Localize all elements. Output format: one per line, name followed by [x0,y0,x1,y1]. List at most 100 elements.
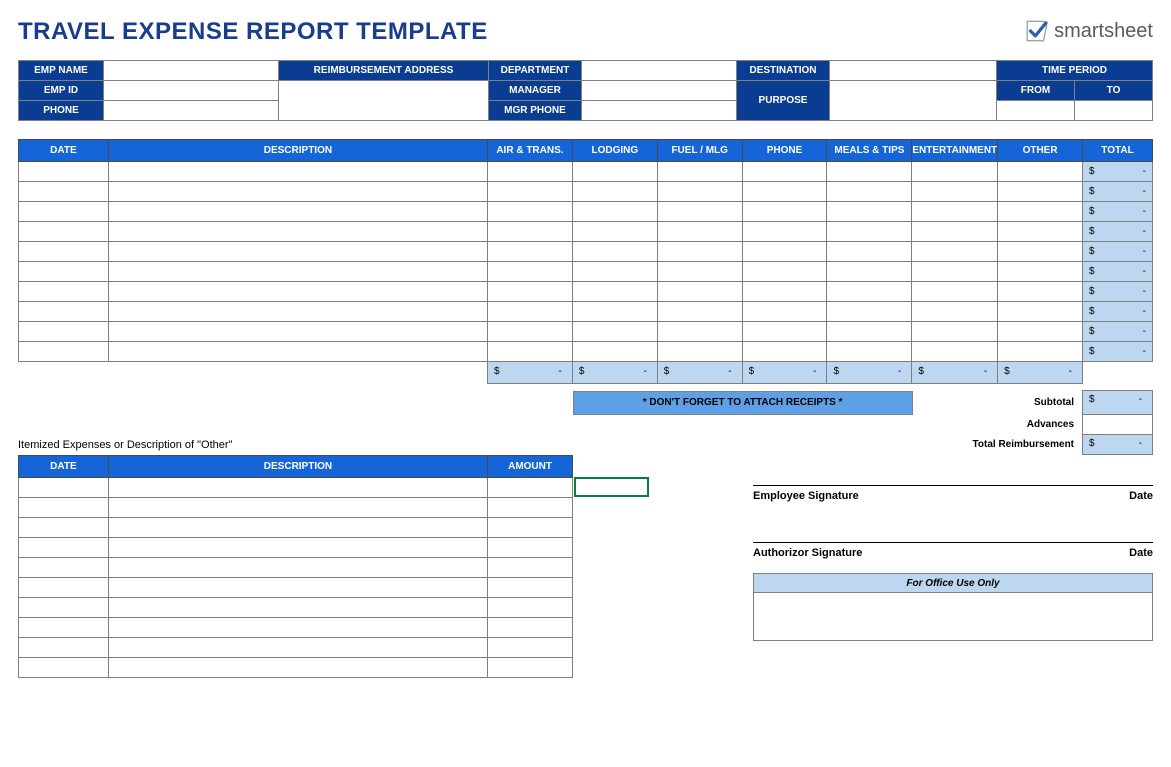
expense-cell[interactable] [657,262,742,282]
expense-cell[interactable] [742,262,827,282]
expense-cell[interactable] [572,282,657,302]
expense-cell[interactable] [108,342,487,362]
expense-cell[interactable] [912,262,998,282]
expense-cell[interactable] [998,162,1083,182]
expense-cell[interactable] [572,202,657,222]
expense-cell[interactable] [108,262,487,282]
expense-cell[interactable] [657,302,742,322]
expense-cell[interactable] [657,162,742,182]
meta-manager-input[interactable] [582,81,737,101]
itemized-cell[interactable] [19,558,109,578]
itemized-cell[interactable] [19,598,109,618]
expense-cell[interactable] [912,242,998,262]
expense-cell[interactable] [108,302,487,322]
itemized-cell[interactable] [488,478,573,498]
expense-cell[interactable] [998,302,1083,322]
expense-cell[interactable] [19,342,109,362]
itemized-cell[interactable] [19,618,109,638]
itemized-cell[interactable] [488,518,573,538]
expense-cell[interactable] [742,342,827,362]
itemized-cell[interactable] [108,618,487,638]
expense-cell[interactable] [998,322,1083,342]
expense-cell[interactable] [108,202,487,222]
itemized-cell[interactable] [488,558,573,578]
expense-cell[interactable] [998,242,1083,262]
expense-cell[interactable] [827,182,912,202]
expense-cell[interactable] [19,202,109,222]
expense-cell[interactable] [108,242,487,262]
itemized-cell[interactable] [19,538,109,558]
expense-cell[interactable] [742,182,827,202]
expense-cell[interactable] [108,282,487,302]
itemized-cell[interactable] [488,658,573,678]
expense-cell[interactable] [827,322,912,342]
expense-cell[interactable] [827,162,912,182]
itemized-cell[interactable] [488,538,573,558]
expense-cell[interactable] [572,242,657,262]
meta-destination-input[interactable] [830,61,997,81]
expense-cell[interactable] [998,342,1083,362]
itemized-cell[interactable] [108,518,487,538]
expense-cell[interactable] [19,302,109,322]
expense-cell[interactable] [19,322,109,342]
expense-cell[interactable] [827,242,912,262]
expense-cell[interactable] [657,242,742,262]
expense-cell[interactable] [19,282,109,302]
expense-cell[interactable] [657,182,742,202]
expense-cell[interactable] [742,302,827,322]
expense-cell[interactable] [108,182,487,202]
expense-cell[interactable] [912,302,998,322]
meta-purpose-input[interactable] [830,81,997,121]
expense-cell[interactable] [998,282,1083,302]
expense-cell[interactable] [108,322,487,342]
expense-cell[interactable] [488,222,573,242]
meta-mgr-phone-input[interactable] [582,101,737,121]
expense-cell[interactable] [827,282,912,302]
itemized-cell[interactable] [108,658,487,678]
expense-cell[interactable] [912,202,998,222]
office-use-body[interactable] [753,593,1153,641]
expense-cell[interactable] [488,342,573,362]
meta-emp-id-input[interactable] [104,81,279,101]
meta-phone-input[interactable] [104,101,279,121]
expense-cell[interactable] [998,182,1083,202]
expense-cell[interactable] [657,222,742,242]
itemized-cell[interactable] [108,558,487,578]
expense-cell[interactable] [998,262,1083,282]
expense-cell[interactable] [19,162,109,182]
expense-cell[interactable] [108,162,487,182]
expense-cell[interactable] [488,302,573,322]
expense-cell[interactable] [912,282,998,302]
expense-cell[interactable] [488,182,573,202]
expense-cell[interactable] [827,222,912,242]
expense-cell[interactable] [572,162,657,182]
itemized-cell[interactable] [108,478,487,498]
expense-cell[interactable] [998,222,1083,242]
expense-cell[interactable] [657,342,742,362]
itemized-cell[interactable] [488,638,573,658]
itemized-cell[interactable] [108,498,487,518]
meta-to-input[interactable] [1075,101,1153,121]
itemized-cell[interactable] [108,538,487,558]
expense-cell[interactable] [19,222,109,242]
expense-cell[interactable] [742,222,827,242]
expense-cell[interactable] [742,282,827,302]
meta-from-input[interactable] [997,101,1075,121]
expense-cell[interactable] [572,322,657,342]
meta-reimb-addr-input[interactable] [279,81,489,121]
expense-cell[interactable] [488,262,573,282]
expense-cell[interactable] [108,222,487,242]
expense-cell[interactable] [742,202,827,222]
expense-cell[interactable] [742,162,827,182]
itemized-cell[interactable] [108,578,487,598]
expense-cell[interactable] [488,202,573,222]
expense-cell[interactable] [488,162,573,182]
expense-cell[interactable] [998,202,1083,222]
expense-cell[interactable] [827,202,912,222]
expense-cell[interactable] [19,242,109,262]
itemized-cell[interactable] [108,598,487,618]
expense-cell[interactable] [488,282,573,302]
meta-department-input[interactable] [582,61,737,81]
expense-cell[interactable] [572,222,657,242]
itemized-cell[interactable] [19,518,109,538]
